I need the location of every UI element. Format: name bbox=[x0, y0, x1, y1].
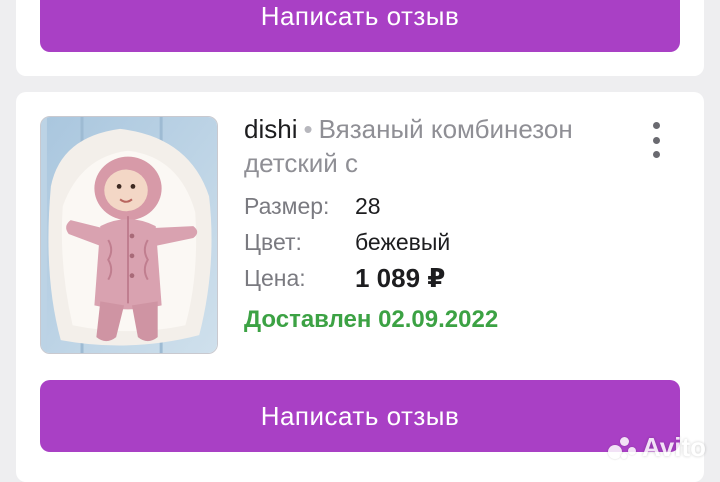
price-label: Цена: bbox=[244, 264, 306, 291]
product-thumbnail[interactable] bbox=[40, 116, 218, 354]
color-value: бежевый bbox=[355, 228, 451, 255]
price-value: 1 089 ₽ bbox=[355, 262, 446, 293]
seller-name[interactable]: dishi bbox=[244, 114, 297, 144]
attr-row-color: Цвет: бежевый bbox=[244, 224, 450, 260]
avito-watermark-text: Avito bbox=[641, 432, 706, 462]
attr-row-size: Размер: 28 bbox=[244, 188, 450, 224]
write-review-button-top[interactable]: Написать отзыв bbox=[40, 0, 680, 52]
write-review-button[interactable]: Написать отзыв bbox=[40, 380, 680, 452]
previous-order-card: Написать отзыв bbox=[16, 0, 704, 76]
title-separator: • bbox=[303, 114, 313, 144]
size-value: 28 bbox=[355, 192, 381, 219]
avito-logo-icon bbox=[607, 435, 638, 461]
order-attributes: Размер: 28 Цвет: бежевый Цена: 1 089 ₽ bbox=[244, 188, 450, 296]
color-label: Цвет: bbox=[244, 228, 302, 255]
avito-watermark: Avito bbox=[607, 432, 706, 463]
size-label: Размер: bbox=[244, 192, 330, 219]
more-vertical-icon[interactable] bbox=[646, 122, 666, 158]
order-card: dishi • Вязаный комбинезон детский с Разме… bbox=[16, 92, 704, 482]
delivery-status: Доставлен 02.09.2022 bbox=[244, 306, 499, 333]
attr-row-price: Цена: 1 089 ₽ bbox=[244, 260, 450, 296]
baby-jumpsuit-photo-icon bbox=[41, 117, 217, 353]
order-title: dishi • Вязаный комбинезон детский с bbox=[244, 112, 604, 180]
